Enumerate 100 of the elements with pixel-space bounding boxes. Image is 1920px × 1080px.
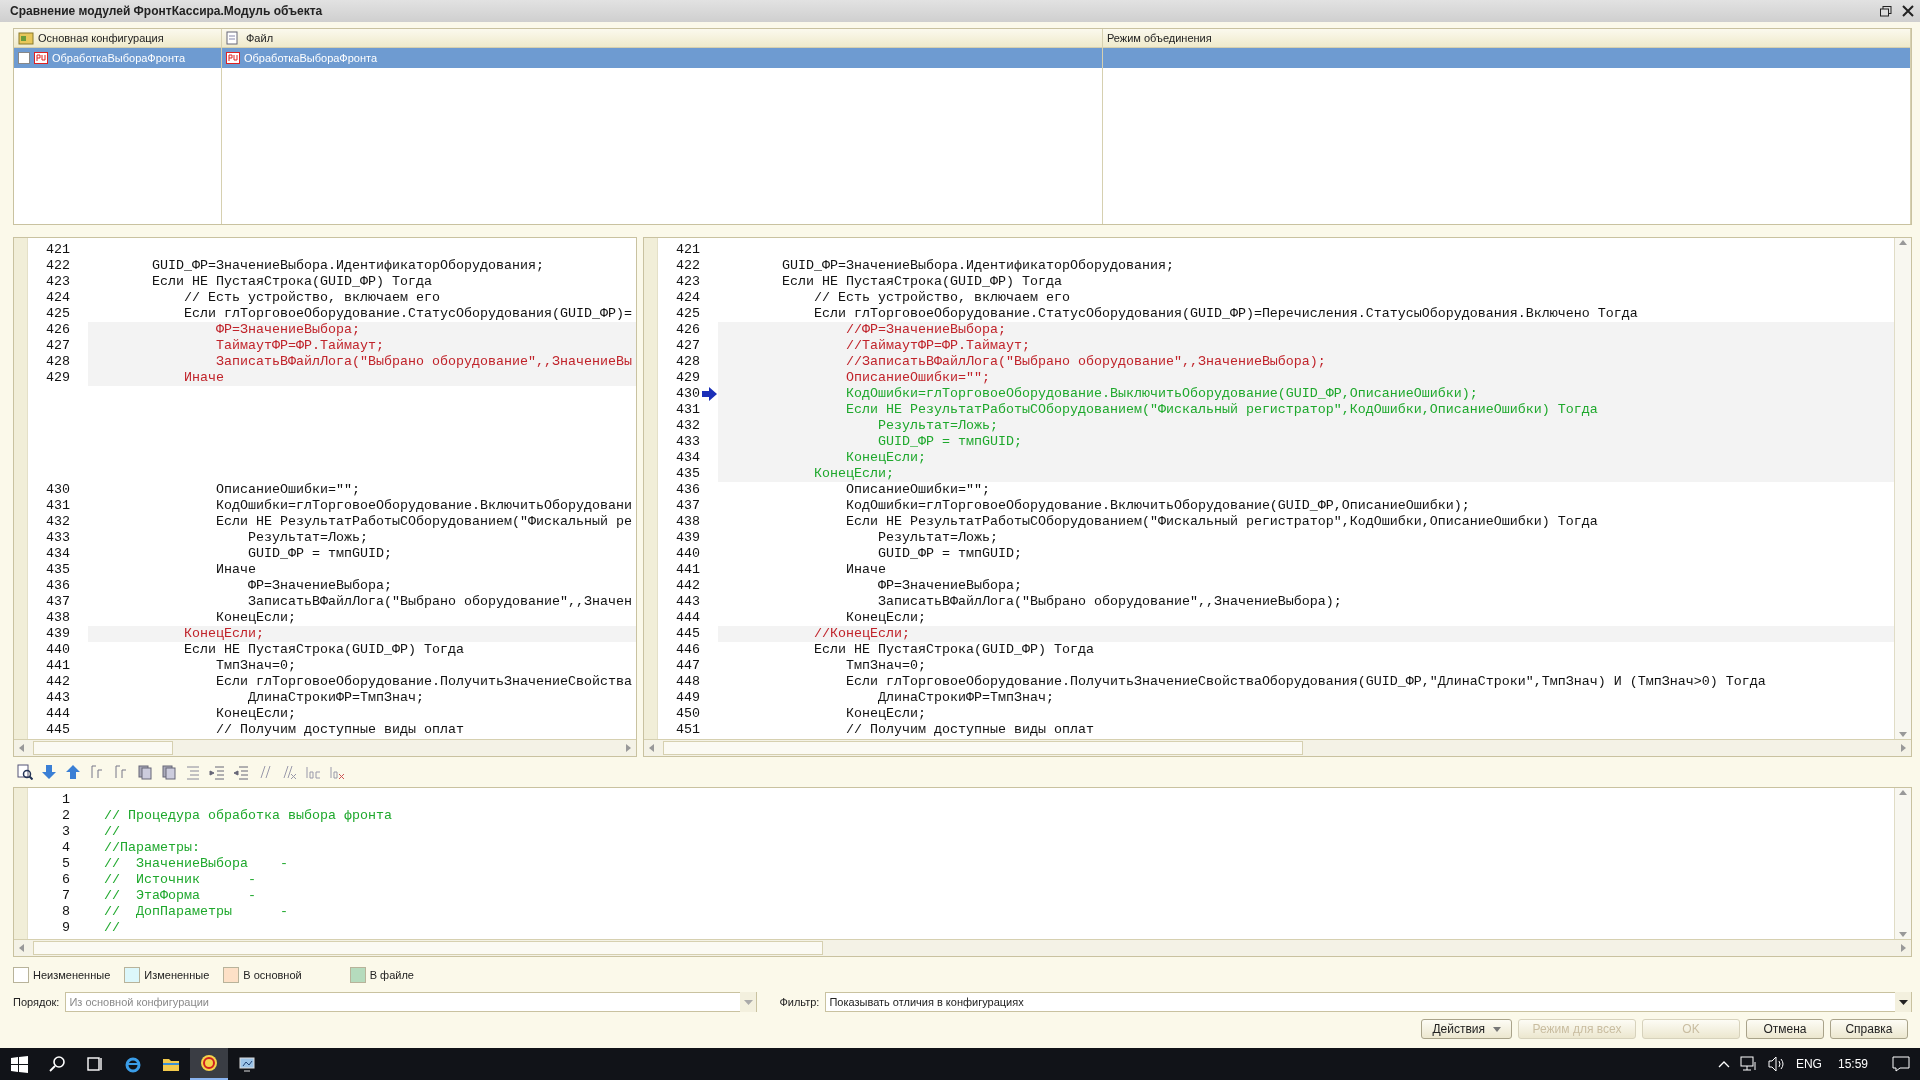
vertical-scrollbar[interactable] — [1894, 788, 1911, 939]
code-line: Если НЕ ПустаяСтрока(GUID_ФР) Тогда — [781, 274, 1063, 290]
language-indicator[interactable]: ENG — [1795, 1055, 1822, 1073]
close-icon[interactable] — [1902, 5, 1914, 17]
network-icon[interactable] — [1739, 1056, 1758, 1072]
find-icon[interactable] — [17, 764, 33, 780]
line-number: 448 — [675, 674, 700, 690]
chevron-up-icon[interactable] — [1717, 1060, 1730, 1068]
dialog-button[interactable]: Действия — [1421, 1019, 1512, 1039]
line-number: 428 — [45, 354, 70, 370]
scroll-up-arrow-icon[interactable] — [1898, 788, 1908, 798]
column-header[interactable]: Режим объединения — [1107, 29, 1212, 47]
code-line: КодОшибки=глТорговоеОборудование.ВключитьОборудование(GUID_ФР,ОписаниеОшибки); — [844, 498, 1471, 514]
indent-icon[interactable] — [209, 764, 225, 780]
line-number: 444 — [675, 610, 700, 626]
outdent-icon[interactable] — [233, 764, 249, 780]
up-arrow-icon[interactable] — [65, 764, 81, 780]
notification-icon[interactable] — [1892, 1056, 1910, 1072]
line-number: 431 — [675, 402, 700, 418]
scroll-right-arrow-icon[interactable] — [1898, 743, 1908, 753]
task-view-icon[interactable] — [86, 1055, 104, 1073]
browser-icon[interactable] — [124, 1055, 142, 1073]
line-number: 425 — [675, 306, 700, 322]
scroll-left-arrow-icon[interactable] — [17, 743, 27, 753]
restore-icon[interactable] — [1880, 5, 1892, 17]
code-line: // Получим доступные виды оплат — [214, 722, 465, 738]
code-line: //Параметры: — [103, 840, 201, 856]
line-number: 422 — [45, 258, 70, 274]
code-line: // ЭтаФорма - — [103, 888, 257, 904]
copy-icon[interactable] — [137, 764, 153, 780]
code-line: Если глТорговоеОборудование.ПолучитьЗначениеСвойстваОборудования(GUID_ФР,"ДлинаСтроки",ТмпЗнач) И (ТмпЗнач>0) Тогда — [844, 674, 1767, 690]
spellcheck-icon[interactable] — [305, 764, 321, 780]
code-line: // — [103, 920, 121, 936]
line-number: 430 — [45, 482, 70, 498]
vertical-scrollbar[interactable] — [1894, 238, 1911, 739]
code-line: GUID_ФР = тмпGUID; — [246, 546, 393, 562]
line-number: 441 — [45, 658, 70, 674]
line-number: 421 — [675, 242, 700, 258]
field-label: Фильтр: — [779, 994, 820, 1010]
down-arrow-icon[interactable] — [41, 764, 57, 780]
code-line: ТмпЗнач=0; — [214, 658, 297, 674]
code-line: Если глТорговоеОборудование.ПолучитьЗначениеСвойства — [214, 674, 633, 690]
application-icon[interactable] — [200, 1054, 218, 1072]
code-line: // Получим доступные виды оплат — [844, 722, 1095, 738]
dropdown-field[interactable]: Показывать отличия в конфигурациях — [825, 992, 1912, 1012]
line-number: 3 — [61, 824, 70, 840]
legend-label: Неизмененные — [33, 967, 111, 983]
scroll-right-arrow-icon[interactable] — [1898, 943, 1908, 953]
line-number: 438 — [45, 610, 70, 626]
text-compare-icon[interactable] — [113, 764, 129, 780]
scroll-down-arrow-icon[interactable] — [1898, 729, 1908, 739]
uncomment-icon[interactable] — [281, 764, 297, 780]
scroll-right-arrow-icon[interactable] — [623, 743, 633, 753]
field-label: Порядок: — [13, 994, 60, 1010]
line-number: 439 — [675, 530, 700, 546]
code-line: Если НЕ РезультатРаботыСОборудованием("Фискальный ре — [214, 514, 633, 530]
scrollbar-thumb[interactable] — [663, 741, 1303, 755]
scroll-down-arrow-icon[interactable] — [1898, 929, 1908, 939]
line-number: 5 — [61, 856, 70, 872]
horizontal-scrollbar[interactable] — [14, 939, 1911, 956]
scroll-up-arrow-icon[interactable] — [1898, 238, 1908, 248]
code-line: ДлинаСтрокиФР=ТмпЗнач; — [246, 690, 425, 706]
table-cell[interactable] — [1103, 48, 1911, 68]
text-compare-icon[interactable] — [89, 764, 105, 780]
dropdown-caret-icon — [743, 999, 753, 1005]
comment-icon[interactable] — [257, 764, 273, 780]
code-line: ЗаписатьВФайлЛога("Выбрано оборудование",,Значен — [246, 594, 633, 610]
line-number: 443 — [675, 594, 700, 610]
column-header[interactable]: Файл — [246, 29, 274, 47]
line-number: 447 — [675, 658, 700, 674]
search-icon[interactable] — [48, 1055, 66, 1073]
line-number: 426 — [45, 322, 70, 338]
spellcheck-clear-icon[interactable] — [329, 764, 345, 780]
code-line: // — [103, 824, 121, 840]
code-line: КонецЕсли; — [844, 610, 927, 626]
monitor-icon[interactable] — [238, 1055, 256, 1073]
scroll-left-arrow-icon[interactable] — [17, 943, 27, 953]
window-title: Сравнение модулей ФронтКассира.Модуль объекта — [10, 3, 323, 20]
line-number: 442 — [675, 578, 700, 594]
scrollbar-thumb[interactable] — [33, 741, 173, 755]
dialog-button[interactable]: Справка — [1830, 1019, 1908, 1039]
line-number: 421 — [45, 242, 70, 258]
clock[interactable]: 15:59 — [1837, 1055, 1868, 1073]
start-icon[interactable] — [10, 1055, 28, 1073]
horizontal-scrollbar[interactable] — [14, 739, 636, 756]
volume-icon[interactable] — [1767, 1056, 1786, 1072]
dialog-button[interactable]: Отмена — [1746, 1019, 1824, 1039]
line-number: 6 — [61, 872, 70, 888]
scrollbar-thumb[interactable] — [33, 941, 823, 955]
scroll-left-arrow-icon[interactable] — [647, 743, 657, 753]
code-line: ФР=ЗначениеВыбора; — [246, 578, 393, 594]
checkbox[interactable] — [18, 52, 30, 64]
copy-icon[interactable] — [161, 764, 177, 780]
line-number: 422 — [675, 258, 700, 274]
line-number: 440 — [45, 642, 70, 658]
code-line: // Источник - — [103, 872, 257, 888]
line-number: 432 — [675, 418, 700, 434]
horizontal-scrollbar[interactable] — [644, 739, 1911, 756]
line-number: 427 — [675, 338, 700, 354]
list-icon[interactable] — [185, 764, 201, 780]
